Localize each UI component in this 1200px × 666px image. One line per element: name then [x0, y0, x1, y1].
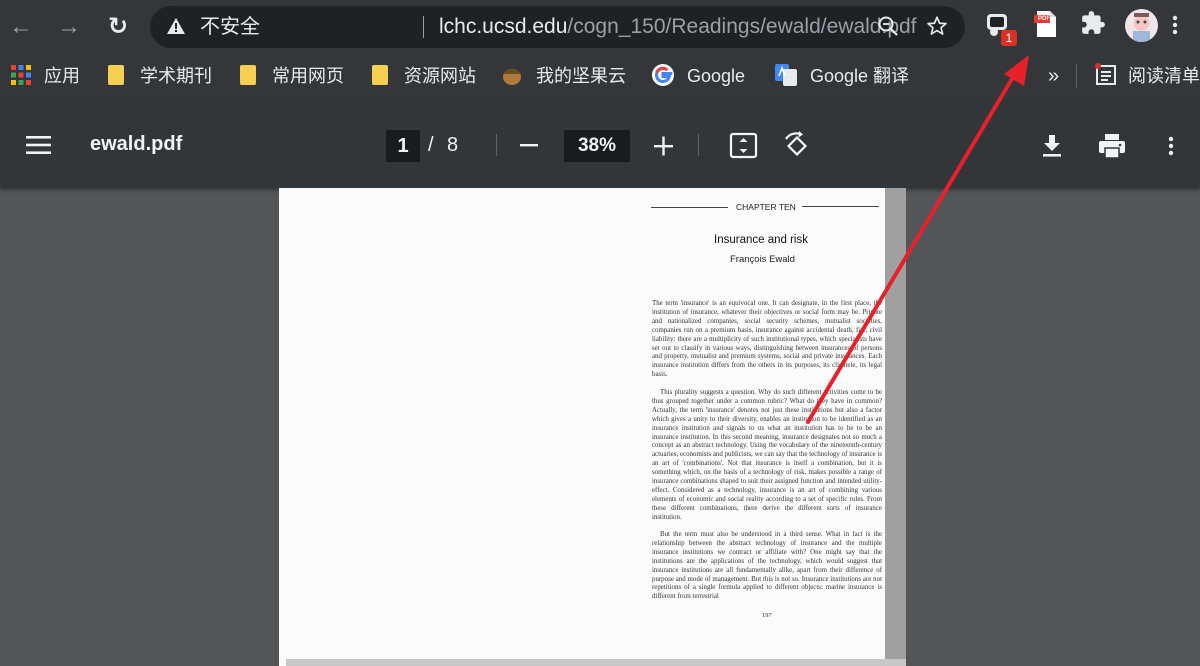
page-separator: /	[428, 134, 434, 156]
browser-chrome: ← → ↻ 不安全 lchc.ucsd.edu/cogn_150/Reading…	[0, 0, 1200, 102]
bookmarks-divider	[1076, 64, 1077, 88]
extension-button-pdf[interactable]: PDF	[1033, 10, 1063, 40]
zoom-magnifier-icon[interactable]	[876, 15, 900, 39]
bookmark-apps[interactable]: 应用	[10, 62, 80, 90]
avatar-image-icon	[1133, 13, 1150, 42]
reading-list-icon	[1095, 63, 1116, 85]
reload-button[interactable]: ↻	[103, 12, 133, 42]
download-icon	[1043, 135, 1061, 157]
minus-icon	[520, 144, 538, 147]
url-host: lchc.ucsd.edu	[439, 15, 568, 38]
back-button[interactable]: ←	[6, 12, 36, 42]
reload-icon: ↻	[107, 13, 129, 40]
folder-icon	[108, 65, 124, 85]
bookmark-label: 资源网站	[404, 66, 476, 86]
bookmarks-overflow-button[interactable]: »	[1048, 62, 1059, 90]
chapter-rule-right	[802, 206, 879, 207]
bookmark-label: 常用网页	[272, 66, 344, 86]
document-title: ewald.pdf	[90, 133, 183, 155]
folder-icon	[240, 65, 256, 85]
page-footer-number: 197	[762, 612, 772, 619]
paragraph-1: The term 'insurance' is an equivocal one…	[652, 300, 882, 379]
kebab-menu-icon	[1168, 136, 1174, 156]
forward-arrow-icon: →	[57, 13, 81, 40]
chapter-rule-left	[651, 207, 728, 208]
url-path: /cogn_150/Readings/ewald/ewald.pdf	[567, 15, 917, 38]
puzzle-piece-icon	[1082, 11, 1105, 34]
page-number-input[interactable]: 1	[386, 130, 420, 162]
security-status-label[interactable]: 不安全	[200, 15, 260, 39]
bookmark-nutstore[interactable]: 我的坚果云	[500, 62, 626, 90]
extension-badge: 1	[1001, 30, 1017, 46]
forward-button[interactable]: →	[54, 12, 84, 42]
pdf-icon-label: PDF	[1038, 16, 1050, 22]
total-pages: 8	[447, 134, 459, 156]
plus-icon	[654, 136, 673, 156]
google-translate-icon	[775, 64, 797, 86]
bookmark-folder-resources[interactable]: 资源网站	[372, 62, 476, 90]
omnibox-divider	[423, 16, 424, 38]
print-button[interactable]	[1098, 133, 1126, 159]
bookmark-label: Google 翻译	[810, 66, 910, 86]
bookmark-label: 学术期刊	[140, 66, 212, 86]
bookmark-folder-journals[interactable]: 学术期刊	[108, 62, 212, 90]
bookmark-google[interactable]: Google	[651, 62, 745, 90]
rotate-icon	[785, 131, 808, 157]
bookmarks-bar: 应用 学术期刊 常用网页 资源网站 我的坚果云 Google Google 翻译…	[0, 52, 1200, 100]
bookmark-folder-common[interactable]: 常用网页	[240, 62, 344, 90]
author-name: François Ewald	[730, 254, 795, 265]
browser-menu-button[interactable]	[1168, 10, 1182, 40]
fit-page-icon	[729, 132, 758, 159]
address-bar[interactable]: 不安全 lchc.ucsd.edu/cogn_150/Readings/ewal…	[150, 6, 965, 48]
hamburger-menu-icon	[26, 136, 51, 154]
paragraph-2: This plurality suggests a question. Why …	[652, 389, 882, 521]
bookmark-star-icon[interactable]	[925, 15, 949, 39]
bookmark-google-translate[interactable]: Google 翻译	[774, 62, 909, 90]
profile-avatar[interactable]	[1125, 9, 1158, 42]
back-arrow-icon: ←	[9, 13, 33, 40]
bookmark-label: 我的坚果云	[536, 66, 626, 86]
bookmark-label: Google	[687, 66, 746, 86]
reading-list-button[interactable]: 阅读清单	[1094, 62, 1200, 90]
toolbar-divider	[496, 134, 497, 156]
chapter-title: Insurance and risk	[714, 234, 808, 246]
extension-button-capture[interactable]: 1	[984, 10, 1017, 46]
page-scan-shadow	[885, 188, 906, 666]
pdf-viewer-toolbar: ewald.pdf 1 / 8 38%	[0, 102, 1200, 188]
fit-to-page-button[interactable]	[729, 132, 759, 160]
zoom-level-input[interactable]: 38%	[564, 130, 630, 162]
page-bottom-edge	[286, 659, 906, 666]
extensions-menu-button[interactable]	[1080, 10, 1110, 40]
warning-triangle-icon[interactable]	[166, 17, 186, 39]
google-icon	[652, 64, 674, 86]
printer-icon	[1099, 134, 1125, 159]
url-text[interactable]: lchc.ucsd.edu/cogn_150/Readings/ewald/ew…	[439, 14, 917, 40]
viewer-more-actions-button[interactable]	[1164, 132, 1178, 160]
bookmark-label: 应用	[44, 66, 80, 86]
sidebar-menu-button[interactable]	[26, 134, 52, 156]
folder-icon	[372, 65, 388, 85]
zoom-in-button[interactable]	[652, 135, 676, 157]
download-button[interactable]	[1040, 133, 1064, 159]
double-chevron-icon: »	[1048, 65, 1060, 87]
chapter-heading: CHAPTER TEN	[736, 202, 796, 212]
nut-icon	[503, 69, 521, 85]
toolbar-divider	[698, 134, 699, 156]
kebab-menu-icon	[1172, 15, 1178, 35]
zoom-out-button[interactable]	[518, 135, 542, 155]
rotate-button[interactable]	[782, 131, 812, 161]
reading-list-label: 阅读清单	[1128, 66, 1200, 86]
paragraph-3: But the term must also be understood in …	[652, 531, 882, 601]
apps-grid-icon	[11, 65, 31, 85]
